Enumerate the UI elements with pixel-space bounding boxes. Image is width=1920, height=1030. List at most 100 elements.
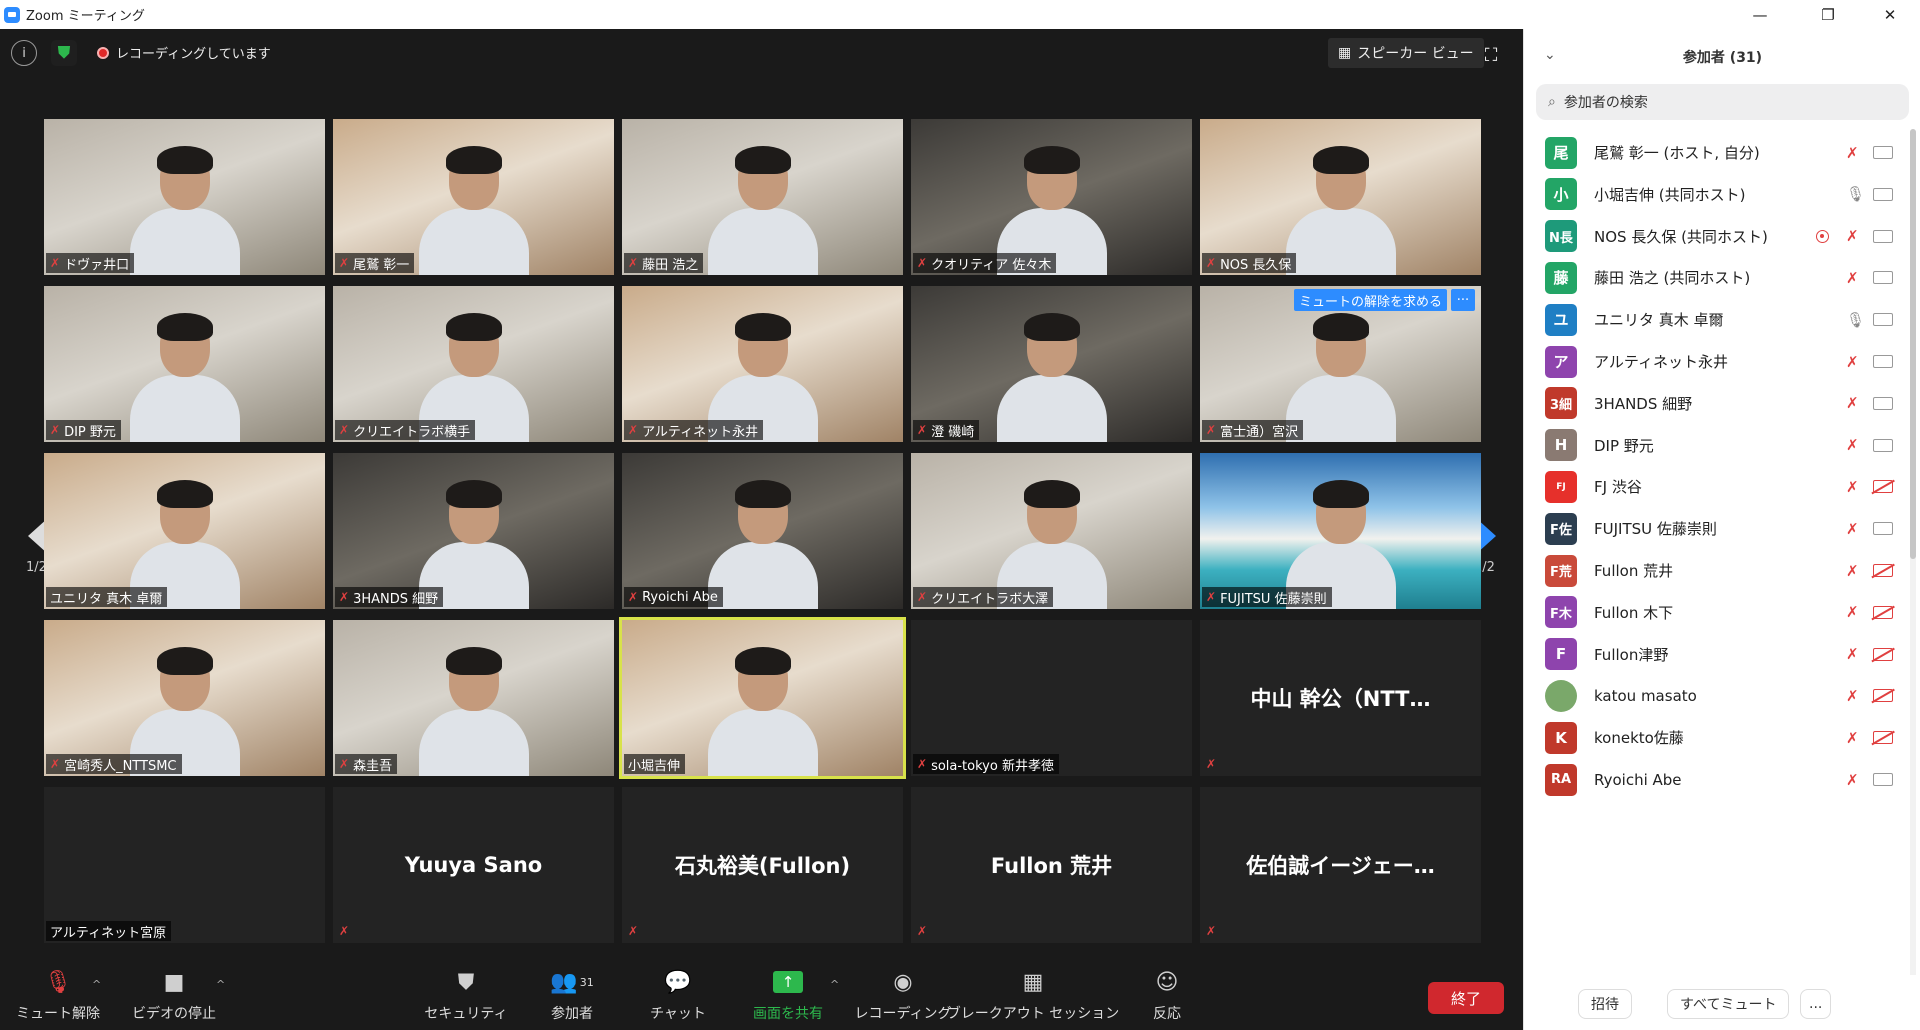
participant-tile[interactable]: ✗ 森圭吾 xyxy=(333,620,614,776)
participant-tile[interactable]: ✗ DIP 野元 xyxy=(44,286,325,442)
mic-off-icon[interactable]: ✗ xyxy=(1846,436,1859,454)
mic-off-icon[interactable]: ✗ xyxy=(1846,603,1859,621)
participant-tile[interactable]: ✗ クリエイトラボ横手 xyxy=(333,286,614,442)
video-on-icon[interactable] xyxy=(1873,396,1893,410)
mic-off-icon: 🎙 xyxy=(44,969,72,995)
share-screen-button[interactable]: ↑ 画面を共有 xyxy=(746,966,830,1030)
participant-tile[interactable]: ✗ 3HANDS 細野 xyxy=(333,453,614,609)
participant-tile[interactable]: 中山 幹公（NTT… ✗ xyxy=(1200,620,1481,776)
participant-avatar: 3細 xyxy=(1545,387,1577,420)
participant-row[interactable]: RA Ryoichi Abe ✗ xyxy=(1524,754,1909,805)
mic-on-icon[interactable]: 🎙 xyxy=(1846,185,1865,203)
zoom-app-icon xyxy=(4,6,20,23)
minimize-button[interactable]: — xyxy=(1738,0,1782,29)
participant-video xyxy=(707,146,818,275)
hair-shape xyxy=(156,480,213,508)
security-button[interactable]: ⛊ セキュリティ xyxy=(424,966,507,1030)
video-on-icon[interactable] xyxy=(1873,271,1893,285)
participant-name-label: ✗ FUJITSU 佐藤崇則 xyxy=(1202,587,1332,607)
participant-search-input[interactable]: ⌕ 参加者の検索 xyxy=(1536,84,1909,120)
participant-tile[interactable]: ✗ クオリティア 佐々木 xyxy=(911,119,1192,275)
mic-off-icon[interactable]: ✗ xyxy=(1846,562,1859,580)
participant-list-name: FUJITSU 佐藤崇則 xyxy=(1594,520,1717,539)
mic-off-icon[interactable]: ✗ xyxy=(1846,478,1859,496)
mic-off-icon[interactable]: ✗ xyxy=(1846,520,1859,538)
mute-all-button[interactable]: すべてミュート xyxy=(1667,989,1790,1019)
participant-name-label: ✗ 森圭吾 xyxy=(335,754,398,774)
participant-list-name: 小堀吉伸 (共同ホスト) xyxy=(1594,185,1746,204)
participant-tile[interactable]: Yuuya Sano ✗ xyxy=(333,787,614,943)
participant-tile[interactable]: ✗ 宮崎秀人_NTTSMC xyxy=(44,620,325,776)
mic-off-icon[interactable]: ✗ xyxy=(1846,771,1859,789)
video-off-icon[interactable] xyxy=(1873,689,1893,703)
end-meeting-button[interactable]: 終了 xyxy=(1428,982,1504,1014)
participant-tile[interactable]: Fullon 荒井 ✗ xyxy=(911,787,1192,943)
video-on-icon[interactable] xyxy=(1873,355,1893,368)
meeting-info-icon[interactable]: i xyxy=(11,40,37,66)
tile-more-button[interactable]: ··· xyxy=(1451,289,1475,311)
record-button[interactable]: ◉ レコーディング xyxy=(854,966,951,1030)
participant-tile[interactable]: ✗ 澄 磯崎 xyxy=(911,286,1192,442)
video-on-icon[interactable] xyxy=(1873,522,1893,536)
participants-count: 31 xyxy=(579,975,594,989)
participant-video xyxy=(129,146,240,275)
video-on-icon[interactable] xyxy=(1873,146,1893,159)
breakout-rooms-button[interactable]: ▦ ブレークアウト セッション xyxy=(947,966,1119,1030)
video-off-icon[interactable] xyxy=(1873,731,1893,745)
speaker-view-button[interactable]: ▦ スピーカー ビュー xyxy=(1328,38,1484,68)
video-off-icon[interactable] xyxy=(1873,564,1893,577)
mic-off-icon[interactable]: ✗ xyxy=(1846,687,1859,705)
mic-off-icon[interactable]: ✗ xyxy=(1846,269,1859,287)
more-options-button[interactable]: ... xyxy=(1800,989,1832,1019)
participant-name-label: ✗ xyxy=(913,921,936,941)
participant-tile[interactable]: 石丸裕美(Fullon) ✗ xyxy=(622,787,903,943)
chat-button[interactable]: 💬 チャット xyxy=(648,966,708,1030)
participant-tile[interactable]: 小堀吉伸 xyxy=(619,617,906,779)
stop-video-button[interactable]: ■ ビデオの停止 xyxy=(128,966,220,1030)
video-off-icon[interactable] xyxy=(1873,480,1893,494)
reactions-button[interactable]: ☺ 反応 xyxy=(1145,966,1189,1030)
mic-off-icon[interactable]: ✗ xyxy=(1846,353,1859,371)
video-on-icon[interactable] xyxy=(1873,773,1893,786)
participant-tile[interactable]: ✗ アルティネット永井 xyxy=(622,286,903,442)
participant-tile[interactable]: ユニリタ 真木 卓爾 xyxy=(44,453,325,609)
mic-off-icon[interactable]: ✗ xyxy=(1846,144,1859,162)
share-options-caret[interactable]: ^ xyxy=(830,978,839,991)
audio-options-caret[interactable]: ^ xyxy=(92,978,101,991)
fullscreen-icon[interactable]: ⛶ xyxy=(1480,44,1502,66)
participants-button[interactable]: 👥 31 参加者 xyxy=(542,966,602,1030)
participant-tile[interactable]: アルティネット宮原アルティネット宮原 xyxy=(44,787,325,943)
participant-tile[interactable]: ✗ sola-tokyo 新井孝徳 xyxy=(911,620,1192,776)
mic-off-icon[interactable]: ✗ xyxy=(1846,394,1859,412)
unmute-button[interactable]: 🎙 ミュート解除 xyxy=(14,966,102,1030)
video-on-icon[interactable] xyxy=(1873,229,1893,243)
invite-button[interactable]: 招待 xyxy=(1578,989,1632,1019)
encryption-shield-icon[interactable]: ⛊ xyxy=(51,40,77,66)
maximize-button[interactable]: ❐ xyxy=(1806,0,1850,29)
participant-tile[interactable]: ✗ クリエイトラボ大澤 xyxy=(911,453,1192,609)
participant-tile[interactable]: ✗ NOS 長久保 xyxy=(1200,119,1481,275)
mic-off-icon[interactable]: ✗ xyxy=(1846,227,1859,245)
participant-tile[interactable]: 佐伯誠イージェー… ✗ xyxy=(1200,787,1481,943)
ask-to-unmute-button[interactable]: ミュートの解除を求める xyxy=(1293,289,1447,311)
mic-off-icon[interactable]: ✗ xyxy=(1846,645,1859,663)
participant-avatar: F木 xyxy=(1545,596,1577,629)
participant-tile[interactable]: ✗ ドヴァ井口 xyxy=(44,119,325,275)
video-on-icon[interactable] xyxy=(1873,187,1893,201)
share-label: 画面を共有 xyxy=(753,1006,823,1022)
hair-shape xyxy=(734,480,791,508)
video-off-icon[interactable] xyxy=(1873,605,1893,619)
participant-tile[interactable]: ✗ FUJITSU 佐藤崇則 xyxy=(1200,453,1481,609)
participant-tile[interactable]: ✗ 富士通）宮沢 ミュートの解除を求める ··· xyxy=(1200,286,1481,442)
video-on-icon[interactable] xyxy=(1873,438,1893,452)
video-off-icon[interactable] xyxy=(1873,647,1893,661)
video-on-icon[interactable] xyxy=(1873,313,1893,327)
scrollbar-thumb[interactable] xyxy=(1910,129,1916,559)
participant-tile[interactable]: ✗ 藤田 浩之 xyxy=(622,119,903,275)
participant-tile[interactable]: ✗ 尾鷲 彰一 xyxy=(333,119,614,275)
mic-off-icon[interactable]: ✗ xyxy=(1846,729,1859,747)
mic-on-icon[interactable]: 🎙 xyxy=(1846,311,1865,329)
video-options-caret[interactable]: ^ xyxy=(216,978,225,991)
close-window-button[interactable]: ✕ xyxy=(1868,0,1912,29)
participant-tile[interactable]: ✗ Ryoichi Abe xyxy=(622,453,903,609)
